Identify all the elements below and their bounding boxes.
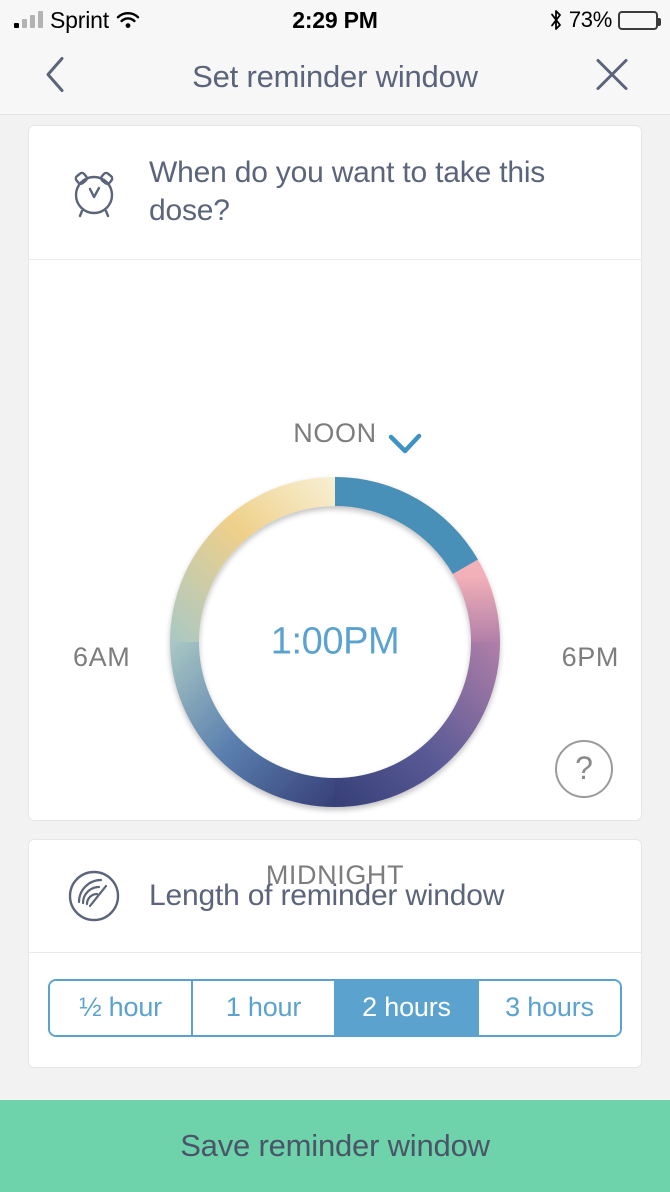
page-title: Set reminder window <box>192 59 478 94</box>
nav-bar: Set reminder window <box>0 40 670 115</box>
reminder-length-options: ½ hour 1 hour 2 hours 3 hours <box>29 953 641 1067</box>
dose-question-text: When do you want to take this dose? <box>149 156 546 228</box>
close-button[interactable] <box>594 57 630 98</box>
segment-1-hour[interactable]: 1 hour <box>193 980 336 1035</box>
dose-time-card: When do you want to take this dose? NOON… <box>28 125 642 890</box>
dial-label-6pm: 6PM <box>561 641 619 672</box>
segment-2-hours[interactable]: 2 hours <box>336 980 479 1035</box>
dial-ring[interactable]: 1:00PM <box>149 433 521 828</box>
alarm-clock-icon <box>65 163 123 221</box>
time-dial[interactable]: NOON 6AM 6PM MIDNIGHT 1:00PM ? <box>29 260 641 890</box>
segmented-control[interactable]: ½ hour 1 hour 2 hours 3 hours <box>48 978 622 1037</box>
dose-question-row: When do you want to take this dose? <box>29 126 641 260</box>
back-button[interactable] <box>44 56 66 99</box>
segment-3-hours[interactable]: 3 hours <box>479 980 620 1035</box>
main-content: When do you want to take this dose? NOON… <box>0 115 670 1068</box>
app-screen: Sprint 2:29 PM 73% Set reminder window W… <box>0 0 670 1192</box>
chevron-down-marker-icon[interactable] <box>385 432 425 458</box>
dial-label-noon: NOON <box>293 417 377 448</box>
segment-half-hour[interactable]: ½ hour <box>50 980 193 1035</box>
save-reminder-window-button[interactable]: Save reminder window <box>0 1100 670 1192</box>
bluetooth-icon <box>549 9 563 31</box>
help-button[interactable]: ? <box>555 739 613 798</box>
battery-percent: 73% <box>568 7 612 32</box>
dial-label-6am: 6AM <box>73 641 131 672</box>
dial-label-midnight: MIDNIGHT <box>265 859 405 890</box>
status-bar-right: 73% <box>549 0 661 40</box>
battery-icon <box>618 10 661 30</box>
reminder-length-header: Length of reminder window <box>29 840 641 953</box>
selected-time-display: 1:00PM <box>270 620 400 663</box>
status-bar: Sprint 2:29 PM 73% <box>0 0 670 40</box>
